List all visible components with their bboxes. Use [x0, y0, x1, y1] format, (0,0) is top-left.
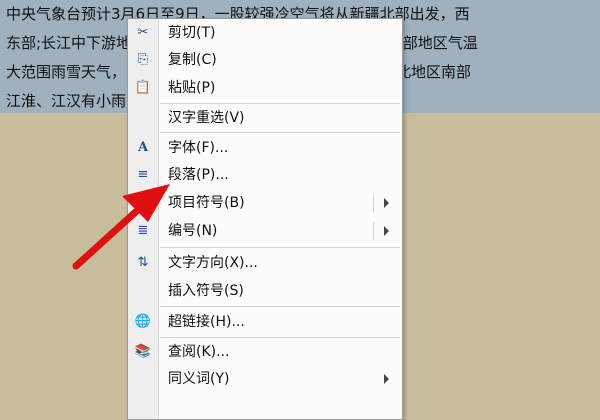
split-divider [373, 194, 374, 212]
menu-item-cut[interactable]: ✂ 剪切(T) [128, 20, 402, 46]
menu-item-label: 项目符号(B) [168, 195, 245, 211]
bullets-icon: ☰ [137, 195, 149, 210]
research-icon: 📚 [134, 344, 152, 359]
menu-item-hyperlink[interactable]: 🌐 超链接(H)... [128, 309, 402, 335]
numbering-icon: ≣ [137, 223, 149, 238]
menu-item-label: 剪切(T) [168, 25, 216, 41]
menu-item-label: 汉字重选(V) [168, 110, 245, 126]
menu-item-text-direction[interactable]: ⇅ 文字方向(X)... [128, 250, 402, 276]
split-divider [373, 222, 374, 240]
menu-item-label: 文字方向(X)... [168, 255, 258, 271]
menu-item-paste[interactable]: 📋 粘贴(P) [128, 75, 402, 101]
menu-item-font[interactable]: A 字体(F)... [128, 135, 402, 161]
text-direction-icon: ⇅ [137, 255, 149, 270]
menu-item-copy[interactable]: ⎘ 复制(C) [128, 47, 402, 73]
submenu-arrow-icon [384, 374, 389, 384]
doc-line-4: 江淮、江汉有小雨 [6, 92, 127, 110]
menu-item-synonyms[interactable]: 同义词(Y) [128, 366, 402, 392]
menu-item-label: 插入符号(S) [168, 283, 244, 299]
menu-item-label: 粘贴(P) [168, 80, 216, 96]
menu-separator [160, 247, 400, 248]
menu-separator [160, 132, 400, 133]
menu-item-research[interactable]: 📚 查阅(K)... [128, 339, 402, 365]
menu-separator [160, 306, 400, 307]
menu-separator [160, 103, 400, 104]
submenu-arrow-icon[interactable] [384, 198, 389, 208]
menu-item-label: 编号(N) [168, 223, 218, 239]
menu-item-label: 同义词(Y) [168, 371, 230, 387]
copy-icon: ⎘ [137, 52, 149, 67]
menu-item-bullets[interactable]: ☰ 项目符号(B) [128, 190, 402, 216]
menu-item-numbering[interactable]: ≣ 编号(N) [128, 218, 402, 244]
menu-item-paragraph[interactable]: ≡ 段落(P)... [128, 162, 402, 188]
menu-item-insert-symbol[interactable]: 插入符号(S) [128, 278, 402, 304]
menu-separator [160, 337, 400, 338]
submenu-arrow-icon[interactable] [384, 226, 389, 236]
context-menu: ✂ 剪切(T) ⎘ 复制(C) 📋 粘贴(P) 汉字重选(V) A 字体(F).… [127, 18, 403, 420]
menu-item-label: 查阅(K)... [168, 344, 230, 360]
menu-item-label: 超链接(H)... [168, 314, 245, 330]
hyperlink-icon: 🌐 [134, 314, 152, 329]
font-icon: A [137, 140, 149, 155]
menu-item-label: 复制(C) [168, 52, 217, 68]
paragraph-icon: ≡ [137, 167, 149, 182]
scissors-icon: ✂ [137, 25, 149, 40]
paste-icon: 📋 [134, 80, 152, 95]
menu-item-label: 段落(P)... [168, 167, 229, 183]
menu-item-reconvert[interactable]: 汉字重选(V) [128, 105, 402, 131]
menu-item-label: 字体(F)... [168, 140, 229, 156]
